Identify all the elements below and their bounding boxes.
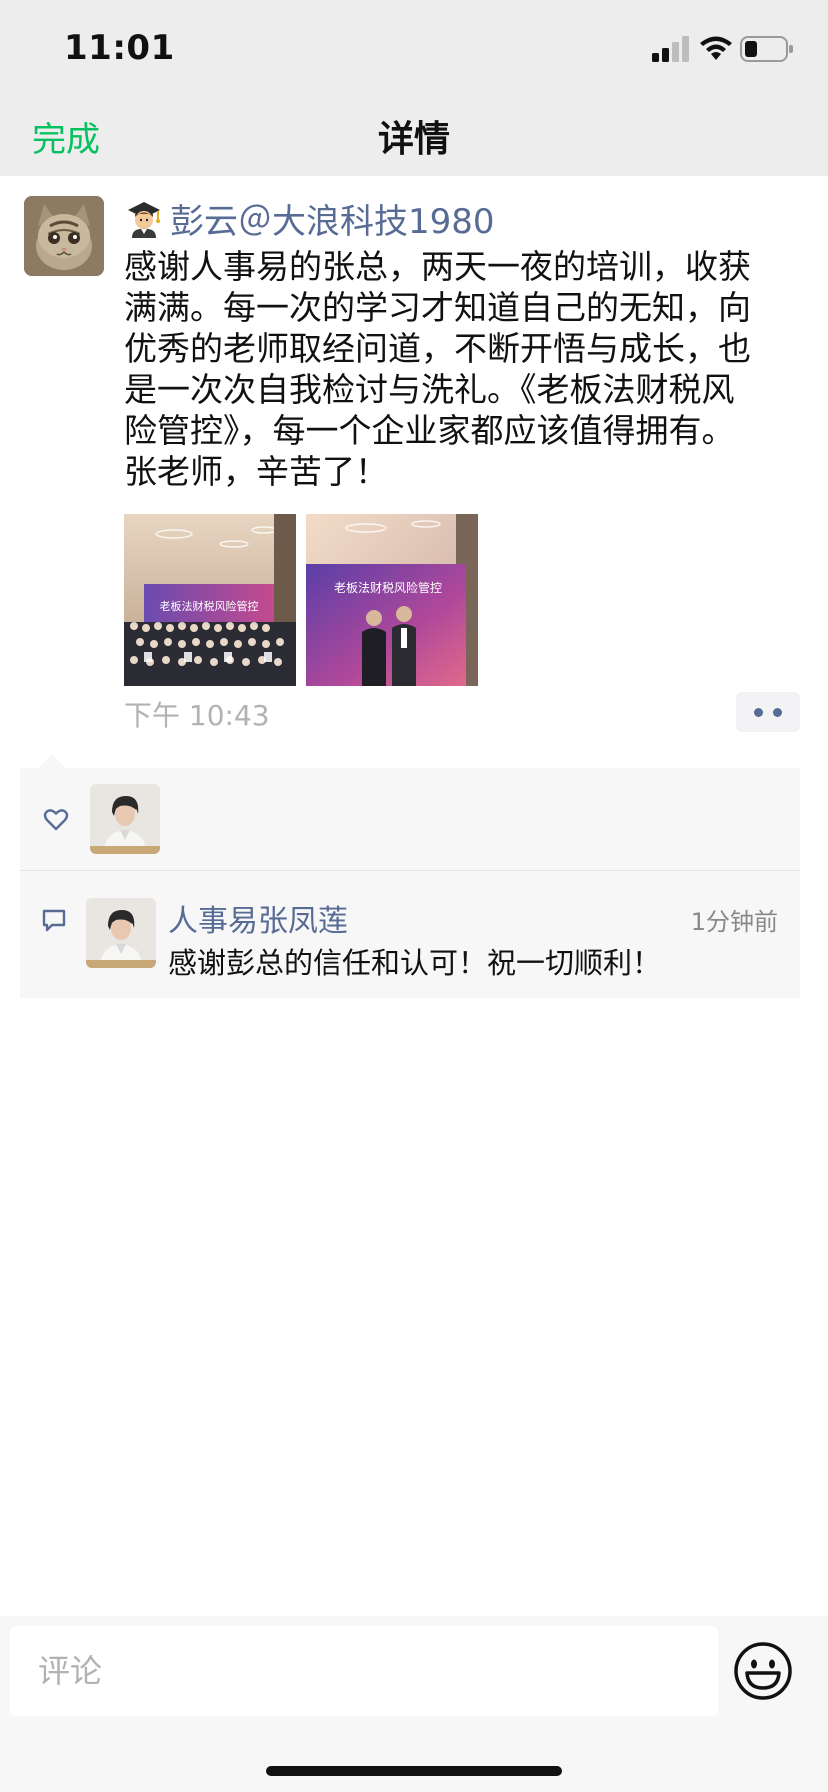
post-text-line: 优秀的老师取经问道，不断开悟与成长，也 (124, 329, 751, 368)
author-name[interactable]: 彭云＠大浪科技1980 (170, 194, 495, 243)
post-text: 感谢人事易的张总，两天一夜的培训，收获 满满。每一次的学习才知道自己的无知，向 … (124, 246, 784, 492)
photo-banner-text: 老板法财税风险管控 (160, 599, 259, 613)
status-time: 11:01 (64, 28, 175, 68)
comment-text[interactable]: 感谢彭总的信任和认可！祝一切顺利！ (168, 940, 661, 982)
emoji-icon[interactable] (732, 1640, 794, 1702)
heart-icon (43, 809, 69, 831)
author-avatar[interactable] (24, 196, 104, 276)
post-text-line: 感谢人事易的张总，两天一夜的培训，收获 (124, 247, 751, 286)
page-title: 详情 (377, 119, 450, 160)
battery-icon (740, 36, 793, 62)
commenter-avatar[interactable] (86, 898, 156, 968)
comment-input[interactable] (10, 1626, 718, 1716)
panel-divider (20, 870, 800, 871)
liker-avatar[interactable] (90, 784, 160, 854)
post-text-line: 是一次次自我检讨与洗礼。《老板法财税风 (124, 370, 735, 409)
comment-bubble-icon (42, 909, 66, 932)
post-text-line: 险管控》，每一个企业家都应该值得拥有。 (124, 411, 735, 450)
post-timestamp: 下午 10:43 (124, 699, 270, 732)
post-photo-pair[interactable]: 老板法财税风险管控 (306, 514, 478, 686)
author-line: 彭云＠大浪科技1980 (124, 194, 495, 243)
post-text-line: 张老师，辛苦了！ (124, 452, 388, 491)
more-actions-button[interactable] (736, 692, 800, 732)
comment-timestamp: 1分钟前 (690, 908, 778, 936)
panel-pointer (38, 754, 66, 768)
home-indicator (266, 1766, 562, 1776)
wifi-icon (700, 36, 732, 60)
commenter-name[interactable]: 人事易张凤莲 (168, 896, 348, 940)
post-photo-group[interactable]: 老板法财税风险管控 (124, 514, 296, 686)
photo-banner-text: 老板法财税风险管控 (334, 580, 442, 595)
post-text-line: 满满。每一次的学习才知道自己的无知，向 (124, 288, 751, 327)
cellular-signal-icon (652, 36, 689, 62)
graduate-emoji-icon (128, 202, 160, 238)
